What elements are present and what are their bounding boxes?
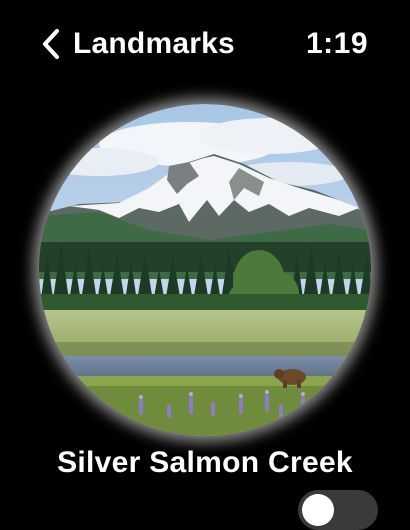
clock-time: 1:19 bbox=[305, 27, 368, 60]
landmark-photo bbox=[39, 104, 371, 436]
chevron-left-icon bbox=[42, 28, 60, 60]
navigation-bar: Landmarks 1:19 bbox=[0, 0, 410, 90]
toggle-knob bbox=[302, 494, 334, 526]
back-button[interactable]: Landmarks bbox=[38, 22, 235, 66]
landmark-name: Silver Salmon Creek bbox=[57, 446, 353, 479]
back-label: Landmarks bbox=[73, 27, 235, 60]
favorite-toggle[interactable] bbox=[298, 490, 378, 530]
